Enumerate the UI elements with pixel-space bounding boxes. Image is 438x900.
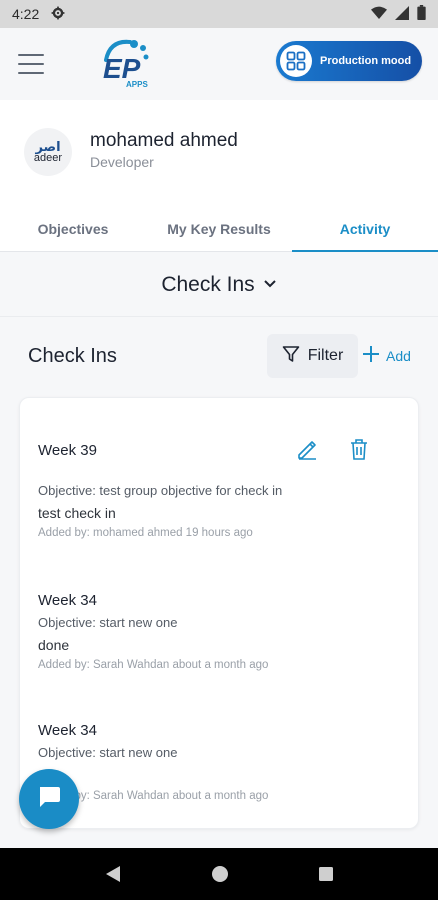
system-nav-bar bbox=[0, 848, 438, 900]
avatar: اصر adeer bbox=[24, 128, 72, 176]
checkin-meta: Added by: Sarah Wahdan about a month ago bbox=[38, 659, 269, 671]
chat-button[interactable] bbox=[19, 769, 79, 829]
user-name: mohamed ahmed bbox=[90, 130, 238, 151]
tab-bar: Objectives My Key Results Activity bbox=[0, 206, 438, 252]
status-bar: 4:22 bbox=[0, 0, 438, 28]
checkin-week: Week 34 bbox=[38, 592, 97, 609]
checkins-card: Week 39 Objective: test group objective … bbox=[19, 397, 419, 829]
section-title: Check Ins bbox=[28, 345, 117, 367]
edit-icon[interactable] bbox=[296, 438, 318, 460]
filter-button[interactable]: Filter bbox=[267, 334, 358, 378]
filter-label: Filter bbox=[307, 347, 344, 364]
chevron-down-icon bbox=[263, 276, 277, 294]
add-button[interactable]: Add bbox=[362, 345, 411, 366]
add-label: Add bbox=[386, 347, 411, 364]
svg-text:APPS: APPS bbox=[126, 80, 148, 89]
checkin-objective: Objective: start new one bbox=[38, 615, 178, 630]
tab-objectives[interactable]: Objectives bbox=[0, 206, 146, 251]
filter-icon bbox=[282, 345, 300, 368]
checkin-note: done bbox=[38, 637, 70, 653]
checkin-actions bbox=[296, 438, 370, 460]
list-item: Week 34 Objective: start new one Added b… bbox=[38, 722, 398, 802]
top-app-bar: EP APPS Production mood bbox=[0, 28, 438, 100]
tab-activity[interactable]: Activity bbox=[292, 206, 438, 252]
checkin-meta: Added by: Sarah Wahdan about a month ago bbox=[38, 790, 269, 802]
back-icon[interactable] bbox=[104, 864, 122, 884]
battery-icon bbox=[417, 5, 426, 23]
delete-icon[interactable] bbox=[348, 438, 370, 460]
menu-icon[interactable] bbox=[18, 54, 44, 74]
user-role: Developer bbox=[90, 154, 154, 170]
checkin-note: test check in bbox=[38, 505, 116, 521]
tab-my-key-results[interactable]: My Key Results bbox=[146, 206, 292, 251]
production-mode-button[interactable]: Production mood bbox=[276, 41, 422, 81]
recents-icon[interactable] bbox=[318, 866, 334, 882]
app-logo: EP APPS bbox=[96, 34, 156, 92]
production-mode-label: Production mood bbox=[320, 55, 412, 67]
settings-icon bbox=[51, 6, 65, 23]
activity-type-dropdown[interactable]: Check Ins bbox=[0, 253, 438, 317]
home-icon[interactable] bbox=[211, 865, 229, 883]
checkin-week: Week 34 bbox=[38, 722, 97, 739]
wifi-icon bbox=[371, 6, 387, 23]
profile-section: اصر adeer mohamed ahmed Developer Object… bbox=[0, 100, 438, 252]
grid-icon bbox=[280, 45, 312, 77]
checkin-objective: Objective: start new one bbox=[38, 745, 178, 760]
checkin-objective: Objective: test group objective for chec… bbox=[38, 483, 283, 498]
plus-icon bbox=[362, 345, 380, 366]
section-header: Check Ins Filter Add bbox=[0, 318, 438, 396]
status-time: 4:22 bbox=[12, 6, 40, 22]
chat-icon bbox=[36, 784, 62, 815]
signal-icon bbox=[395, 5, 409, 23]
dropdown-label: Check Ins bbox=[161, 272, 255, 296]
list-item: Week 34 Objective: start new one done Ad… bbox=[38, 592, 398, 671]
checkin-meta: Added by: mohamed ahmed 19 hours ago bbox=[38, 527, 253, 539]
